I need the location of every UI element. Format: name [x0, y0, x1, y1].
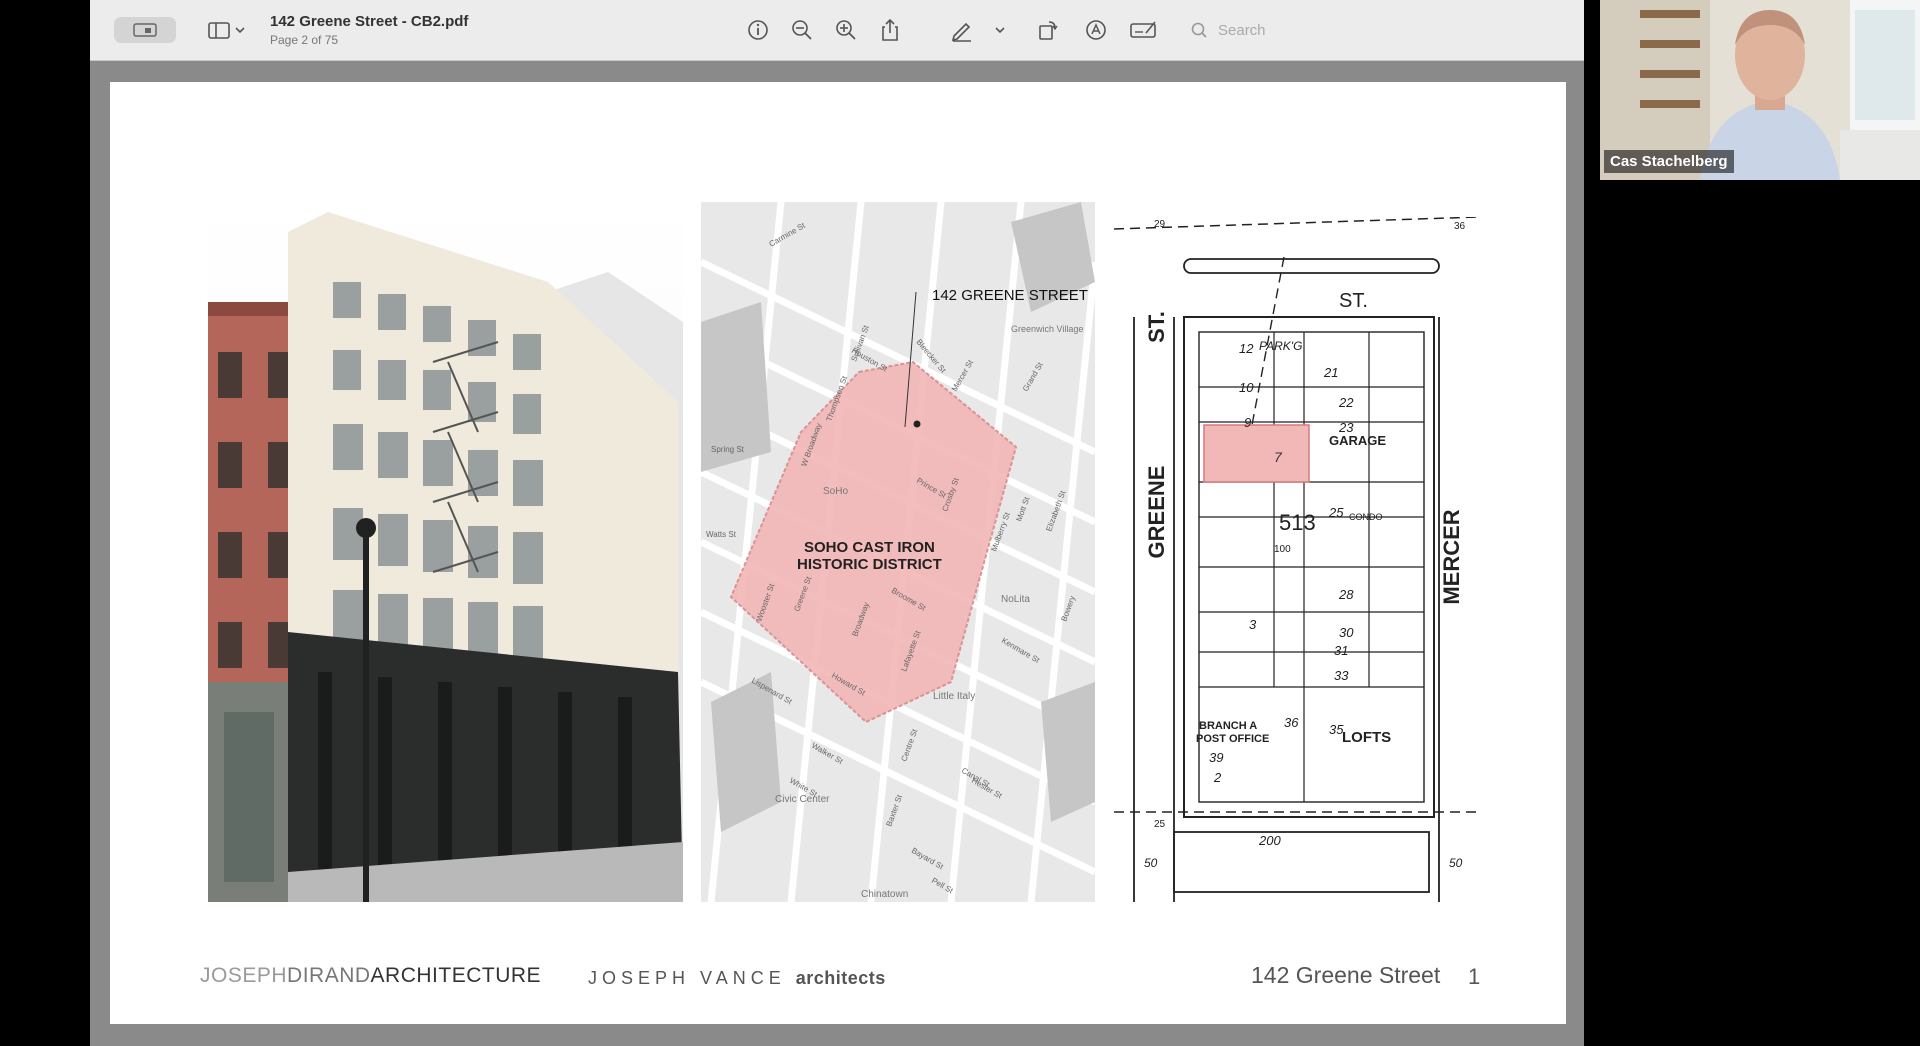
markup-menu-button[interactable]: [990, 14, 1010, 46]
dim-label: 200: [1258, 833, 1281, 848]
map-street-label: Spring St: [711, 445, 745, 454]
lot-number: 22: [1338, 395, 1354, 410]
dim-label: 50: [1449, 856, 1463, 870]
lot-number: 2: [1213, 770, 1222, 785]
firm-a-dark: ARCHITECTURE: [370, 964, 542, 987]
lot-number: 25: [1328, 505, 1344, 520]
participant-name-label: Cas Stachelberg: [1604, 150, 1734, 173]
lot-number: 3: [1249, 617, 1257, 632]
zoom-out-icon: [792, 20, 812, 40]
sidebar-toggle-button[interactable]: [204, 14, 250, 46]
district-label-line1: SOHO CAST IRON: [804, 539, 935, 556]
annotate-icon: [1086, 20, 1106, 40]
map-neighborhood-chinatown: Chinatown: [861, 889, 908, 900]
building-photo: [208, 202, 683, 902]
left-street-st-label: ST.: [1144, 311, 1169, 343]
lot-number: 35: [1329, 722, 1344, 737]
form-fill-button[interactable]: [1126, 14, 1162, 46]
map-neighborhood-little-italy: Little Italy: [933, 691, 975, 702]
highlight-lot-number: 7: [1274, 449, 1283, 465]
map-neighborhood-village: Greenwich Village: [1011, 324, 1083, 334]
form-icon: [1130, 21, 1156, 38]
lot-number: 21: [1323, 365, 1338, 380]
map-address-label: 142 GREENE STREET: [932, 287, 1088, 304]
slide-page-number: 1: [1468, 964, 1481, 989]
garage-label: GARAGE: [1329, 433, 1386, 448]
district-map: 142 GREENE STREET SOHO CAST IRON HISTORI…: [701, 202, 1095, 902]
lot-number: 23: [1338, 420, 1354, 435]
lot-number: 31: [1334, 643, 1348, 658]
footer-address: 142 Greene Street: [1251, 962, 1441, 988]
lot-number: 30: [1339, 625, 1354, 640]
pdf-page: 142 GREENE STREET SOHO CAST IRON HISTORI…: [110, 82, 1566, 1024]
dim-label: 36: [1454, 221, 1466, 232]
search-icon: [1191, 22, 1207, 38]
toolbar: 142 Greene Street - CB2.pdf Page 2 of 75: [90, 0, 1584, 61]
post-office-label-2: POST OFFICE: [1196, 733, 1269, 745]
firm-a-light: JOSEPH: [200, 964, 288, 987]
page-indicator: Page 2 of 75: [270, 33, 339, 47]
map-neighborhood-soho: SoHo: [823, 486, 848, 497]
document-title: 142 Greene Street - CB2.pdf: [270, 13, 469, 30]
dim-label: 25: [1154, 819, 1166, 830]
screen-share-icon: [133, 23, 157, 37]
dim-label: 100: [1274, 544, 1291, 555]
viewer-bottom-margin: [90, 1024, 1584, 1046]
search-box[interactable]: [1190, 17, 1350, 43]
firm-b-name: JOSEPH VANCE: [588, 968, 786, 988]
district-label-line2: HISTORIC DISTRICT: [797, 556, 942, 573]
lot-number: 9: [1244, 415, 1251, 430]
sidebar-icon: [208, 22, 245, 39]
markup-button[interactable]: [946, 14, 978, 46]
info-button[interactable]: [742, 14, 774, 46]
pen-icon: [951, 22, 971, 42]
block-number: 513: [1279, 510, 1316, 535]
lot-number: 28: [1338, 587, 1354, 602]
right-street-label: MERCER: [1439, 509, 1464, 604]
left-street-label: GREENE: [1144, 466, 1169, 559]
map-neighborhood-civic-center: Civic Center: [775, 794, 830, 805]
firm-logo-dirand: JOSEPHDIRANDARCHITECTURE: [200, 964, 541, 988]
annotate-button[interactable]: [1080, 14, 1112, 46]
rotate-button[interactable]: [1032, 14, 1064, 46]
top-street-label: ST.: [1339, 290, 1368, 312]
lot-number: 10: [1239, 380, 1254, 395]
dim-label: 50: [1144, 856, 1158, 870]
dim-label: 29: [1154, 219, 1166, 230]
zoom-in-icon: [836, 20, 856, 40]
parking-label: PARK'G: [1259, 339, 1302, 353]
map-street-label: Watts St: [706, 530, 737, 539]
window-controls-pill[interactable]: [114, 17, 176, 43]
info-icon: [748, 20, 768, 40]
block-plan: 29 36 ST. 7 GREENE ST. MERCER 513 GARAGE…: [1114, 217, 1479, 902]
lot-number: 36: [1284, 715, 1299, 730]
firm-logo-vance: JOSEPH VANCE architects: [588, 968, 886, 989]
condo-label: CONDO: [1349, 512, 1383, 522]
firm-a-mid: DIRAND: [287, 964, 371, 987]
zoom-in-button[interactable]: [830, 14, 862, 46]
lot-number: 12: [1239, 341, 1254, 356]
post-office-label-1: BRANCH A: [1199, 720, 1257, 732]
lofts-label: LOFTS: [1342, 729, 1391, 746]
lot-number: 39: [1209, 750, 1223, 765]
lot-number: 33: [1334, 668, 1349, 683]
rotate-icon: [1039, 21, 1058, 40]
map-neighborhood-nolita: NoLita: [1001, 594, 1030, 605]
pdf-viewer-window: 142 Greene Street - CB2.pdf Page 2 of 75: [90, 0, 1584, 1046]
chevron-down-icon: [995, 27, 1005, 34]
zoom-out-button[interactable]: [786, 14, 818, 46]
share-button[interactable]: [874, 14, 906, 46]
firm-b-suffix: architects: [795, 968, 886, 988]
participant-video-tile[interactable]: Cas Stachelberg: [1600, 0, 1920, 180]
search-input[interactable]: [1216, 20, 1340, 40]
share-icon: [882, 18, 898, 41]
